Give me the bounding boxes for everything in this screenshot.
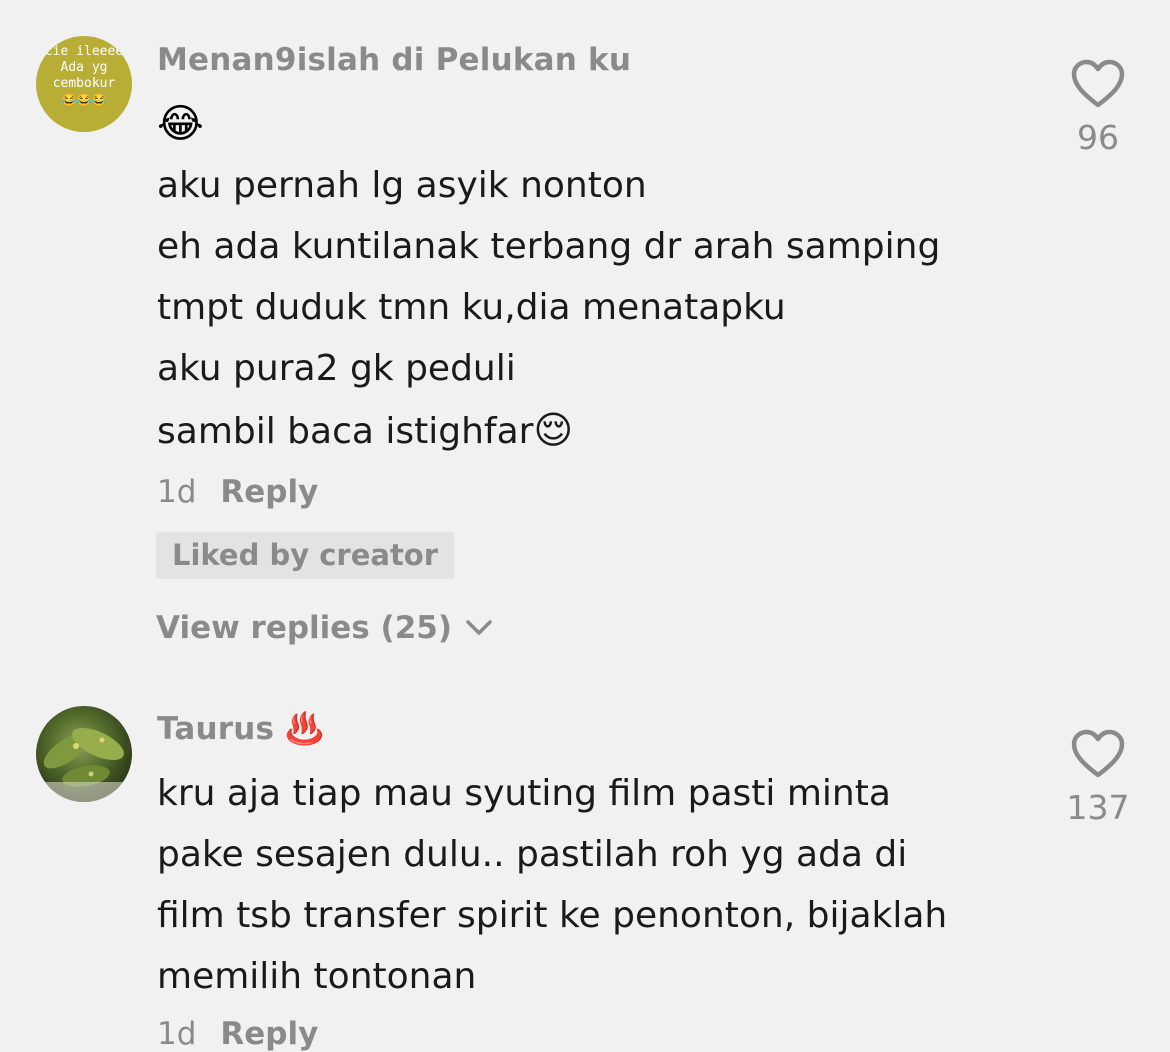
avatar-leaf-image (36, 727, 132, 802)
comment-text-fragment: sambil baca istighfar (157, 411, 534, 452)
avatar[interactable] (36, 706, 132, 802)
avatar-text: cie ileeee (44, 44, 124, 59)
comment-emoji: 😂 (157, 101, 204, 147)
avatar-text: cembokur (52, 76, 116, 91)
heart-outline-icon (1071, 729, 1125, 778)
view-replies-button[interactable]: View replies (25) (156, 610, 494, 646)
liked-by-creator-badge: Liked by creator (156, 532, 455, 579)
comment-text-line: sambil baca istighfar😌 (157, 408, 573, 454)
view-replies-label: View replies (25) (156, 610, 453, 646)
comment-text-line: eh ada kuntilanak terbang dr arah sampin… (157, 226, 941, 267)
like-count: 96 (1077, 118, 1119, 157)
heart-outline-icon (1071, 59, 1125, 108)
comment-username[interactable]: Menan9islah di Pelukan ku (157, 42, 631, 78)
comment-time: 1d (157, 1016, 197, 1052)
chevron-down-icon (466, 620, 492, 635)
comment-text-line: pake sesajen dulu.. pastilah roh yg ada … (157, 834, 908, 875)
comment-text-line: aku pura2 gk peduli (157, 348, 516, 389)
hot-springs-emoji: ♨️ (285, 711, 324, 747)
comment-text-line: film tsb transfer spirit ke penonton, bi… (157, 895, 948, 936)
comment-meta: 1d Reply (157, 474, 318, 510)
comment-username[interactable]: Taurus ♨️ (157, 710, 324, 747)
like-button[interactable]: 96 (1058, 58, 1138, 157)
comment-text-line: kru aja tiap mau syuting film pasti mint… (157, 773, 891, 814)
avatar[interactable]: cie ileeee Ada yg cembokur 😂😂😂 (36, 36, 132, 132)
relieved-face-emoji: 😌 (533, 408, 574, 452)
comment-text-line: memilih tontonan (157, 956, 477, 997)
avatar-text: Ada yg (60, 60, 108, 75)
comment-text-line: aku pernah lg asyik nonton (157, 165, 647, 206)
username-text: Taurus (157, 711, 275, 747)
like-button[interactable]: 137 (1058, 728, 1138, 827)
comment-text-line: tmpt duduk tmn ku,dia menatapku (157, 287, 786, 328)
reply-button[interactable]: Reply (220, 1016, 318, 1052)
avatar-emoji: 😂😂😂 (61, 93, 107, 107)
like-count: 137 (1066, 788, 1130, 827)
comment-meta: 1d Reply (157, 1016, 318, 1052)
reply-button[interactable]: Reply (220, 474, 318, 510)
comment-time: 1d (157, 474, 197, 510)
